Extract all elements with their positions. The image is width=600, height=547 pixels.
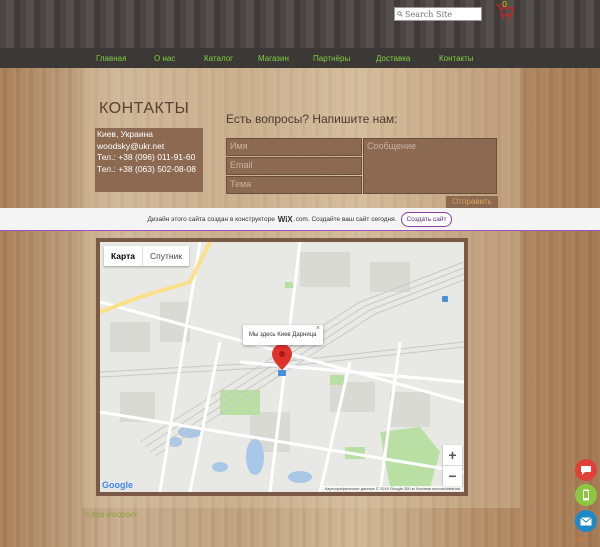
- nav-item-contacts[interactable]: Контакты: [439, 54, 474, 63]
- zoom-in-button[interactable]: +: [443, 445, 462, 465]
- wix-banner: Дизайн этого сайта создан в конструкторе…: [0, 208, 600, 231]
- chat-bubble-icon: [581, 466, 591, 475]
- phone-1-text: Тел.: +38 (096) 011-91-60: [97, 152, 196, 162]
- nav-item-home[interactable]: Главная: [96, 54, 126, 63]
- address-text: Киев, Украина: [97, 129, 154, 139]
- nav-item-catalog[interactable]: Каталог: [204, 54, 233, 63]
- nav-item-partners[interactable]: Партнёры: [313, 54, 350, 63]
- cart-count: 0: [502, 0, 508, 9]
- map-info-bubble: Мы здесь Киев Дарница ×: [243, 325, 323, 345]
- create-site-button[interactable]: Создать сайт: [400, 211, 453, 227]
- map-bubble-text: Мы здесь Киев Дарница: [249, 332, 317, 338]
- page-title: КОНТАКТЫ: [99, 100, 190, 117]
- email-field[interactable]: Email: [226, 157, 362, 175]
- email-text: woodsky@ukr.net: [97, 140, 165, 151]
- map-tiles[interactable]: [100, 242, 464, 492]
- close-icon[interactable]: ×: [316, 319, 320, 339]
- footer-copyright: © 2016 WOODSKY: [85, 513, 138, 519]
- phone-icon: [583, 489, 589, 501]
- nav-item-shop[interactable]: Магазин: [258, 54, 289, 63]
- main-nav: Главная О нас Каталог Магазин Партнёры Д…: [82, 50, 520, 68]
- zoom-out-button[interactable]: −: [443, 465, 462, 486]
- name-field[interactable]: Имя: [226, 138, 362, 156]
- wix-banner-text: Дизайн этого сайта создан в конструкторе: [147, 215, 275, 223]
- email-button[interactable]: [575, 510, 597, 532]
- google-logo: Google: [102, 480, 133, 490]
- nav-item-about[interactable]: О нас: [154, 54, 175, 63]
- nav-item-delivery[interactable]: Доставка: [376, 54, 410, 63]
- form-heading: Есть вопросы? Напишите нам:: [226, 112, 398, 126]
- tab-satellite[interactable]: Спутник: [142, 246, 189, 266]
- phone-button[interactable]: [575, 484, 597, 506]
- tab-map[interactable]: Карта: [104, 246, 142, 266]
- map-attribution[interactable]: Картографические данные © 2019 Google 20…: [322, 486, 462, 491]
- phone-2-text: Тел.: +38 (063) 502-08-08: [97, 163, 196, 174]
- envelope-icon: [580, 516, 592, 525]
- search-input[interactable]: [403, 9, 481, 19]
- send-button[interactable]: Отправить: [446, 196, 498, 208]
- search-box[interactable]: [394, 7, 482, 21]
- map-type-tabs: Карта Спутник: [104, 246, 190, 266]
- chat-button[interactable]: [575, 459, 597, 481]
- contact-info-box: Киев, Украина woodsky@ukr.net Тел.: +38 …: [95, 128, 203, 192]
- side-widget-label: Chat: [575, 537, 586, 543]
- map-zoom-control: + −: [443, 445, 462, 486]
- wix-banner-cta-text: Создайте ваш сайт сегодня.: [311, 215, 397, 223]
- message-field[interactable]: Сообщение: [363, 138, 497, 194]
- subject-field[interactable]: Тема: [226, 176, 362, 194]
- map-widget[interactable]: Карта Спутник Мы здесь Киев Дарница × + …: [100, 242, 464, 492]
- wix-logo: WiX: [277, 214, 293, 224]
- wix-brand-suffix: .com.: [293, 215, 310, 223]
